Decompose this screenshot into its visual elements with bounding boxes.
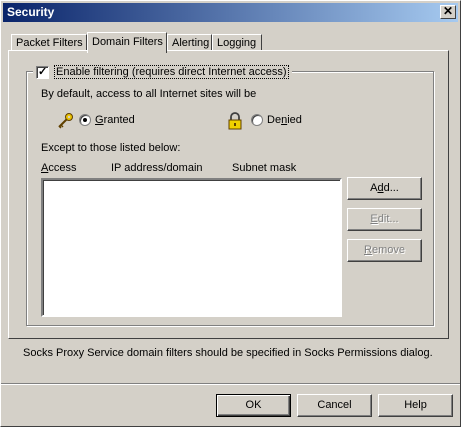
lock-icon [228, 112, 242, 130]
tab-label: Domain Filters [92, 36, 163, 48]
close-icon: ✕ [442, 4, 454, 18]
except-text: Except to those listed below: [41, 142, 181, 154]
domain-filters-panel: ✓ Enable filtering (requires direct Inte… [8, 50, 449, 339]
granted-label-rest: ranted [103, 114, 135, 126]
denied-label[interactable]: Denied [267, 114, 302, 126]
denied-label-start: De [267, 114, 282, 126]
tab-domain-filters[interactable]: Domain Filters [87, 32, 167, 53]
default-access-text: By default, access to all Internet sites… [41, 88, 257, 100]
remove-label-rest: emove [371, 244, 405, 256]
denied-radio[interactable] [251, 114, 263, 126]
edit-label-ul: E [370, 213, 378, 225]
security-dialog: Security ✕ Packet Filters Domain Filters… [0, 0, 461, 427]
checkmark-icon: ✓ [38, 65, 48, 78]
add-button[interactable]: Add... [347, 177, 422, 200]
edit-label-rest: dit... [377, 213, 399, 225]
remove-label-ul: R [364, 244, 372, 256]
help-button[interactable]: Help [378, 394, 453, 417]
remove-button[interactable]: Remove [347, 239, 422, 262]
column-header-subnet[interactable]: Subnet mask [232, 162, 296, 174]
radio-dot [83, 118, 87, 122]
enable-filtering-option[interactable]: ✓ Enable filtering (requires direct Inte… [33, 65, 292, 79]
enable-filtering-checkbox[interactable]: ✓ [36, 65, 49, 79]
granted-radio[interactable] [79, 114, 91, 126]
title-bar[interactable]: Security ✕ [3, 3, 458, 22]
footer-note: Socks Proxy Service domain filters shoul… [23, 347, 433, 359]
tab-label: Logging [217, 37, 257, 49]
edit-button[interactable]: Edit... [347, 208, 422, 231]
window-title: Security [7, 5, 55, 19]
close-button[interactable]: ✕ [440, 5, 456, 19]
tab-label: Alerting [172, 37, 210, 49]
column-header-ip[interactable]: IP address/domain [111, 162, 203, 174]
footer-separator [1, 383, 460, 385]
granted-label[interactable]: Granted [95, 114, 135, 126]
enable-filtering-label: Enable filtering (requires direct Intern… [54, 65, 289, 79]
tab-label: Packet Filters [16, 37, 83, 49]
cancel-button[interactable]: Cancel [297, 394, 372, 417]
denied-label-rest: ied [287, 114, 302, 126]
column-header-access[interactable]: Access [41, 162, 76, 174]
cancel-label: Cancel [317, 399, 352, 411]
ok-button[interactable]: OK [216, 394, 291, 417]
filters-list[interactable] [41, 178, 342, 317]
key-icon [58, 113, 73, 129]
ok-label: OK [245, 399, 262, 411]
add-label-rest: d... [383, 182, 399, 194]
help-label: Help [404, 399, 427, 411]
